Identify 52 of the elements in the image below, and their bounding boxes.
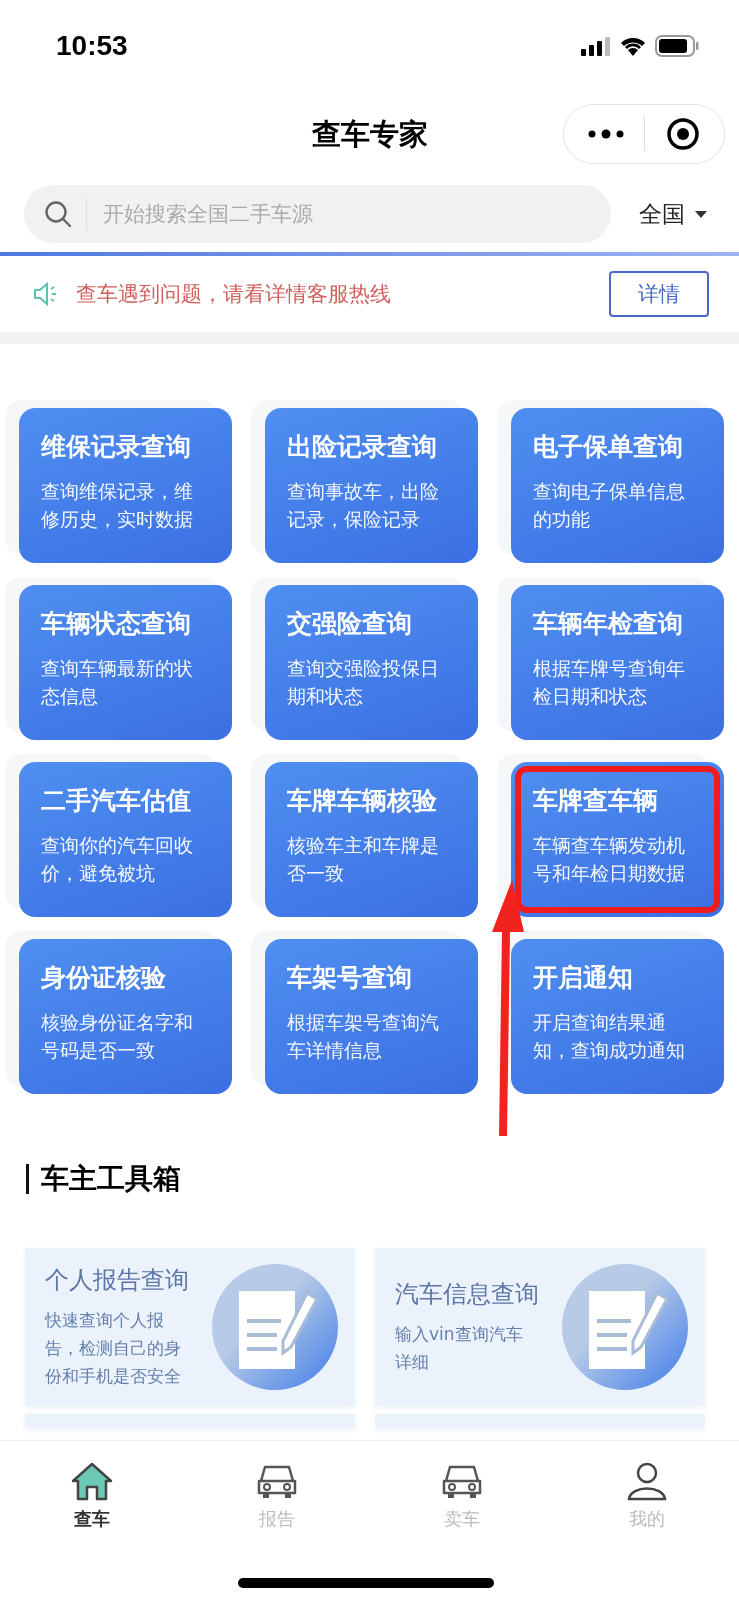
region-dropdown[interactable]: 全国 (639, 198, 707, 230)
service-description: 查询车辆最新的状态信息 (41, 656, 194, 709)
service-description: 查询电子保单信息的功能 (533, 479, 686, 532)
service-description: 核验身份证名字和号码是否一致 (41, 1010, 194, 1063)
page-title: 查车专家 (311, 116, 428, 153)
service-title: 车牌查车辆 (533, 785, 659, 817)
tab-item[interactable]: 报告 (184, 1461, 370, 1551)
service-title: 车架号查询 (287, 962, 413, 994)
close-target-icon[interactable] (665, 117, 700, 151)
status-time: 10:53 (56, 30, 128, 62)
service-title: 车牌车辆核验 (287, 785, 438, 817)
section-title: 车主工具箱 (41, 1161, 181, 1197)
service-title: 电子保单查询 (533, 431, 684, 463)
service-title: 维保记录查询 (41, 431, 192, 463)
tool-description: 快速查询个人报告，检测自己的身份和手机是否安全 (45, 1309, 182, 1388)
search-icon (44, 200, 72, 228)
battery-icon (655, 35, 699, 57)
tool-card[interactable]: 汽车信息查询 输入vin查询汽车详细 (375, 1248, 705, 1406)
tab-item[interactable]: 查车 (0, 1461, 185, 1551)
service-description: 查询事故车，出险记录，保险记录 (287, 479, 440, 532)
service-description: 根据车架号查询汽车详情信息 (287, 1010, 440, 1063)
service-title: 车辆状态查询 (41, 608, 192, 640)
service-description: 开启查询结果通知，查询成功通知 (533, 1010, 686, 1063)
tool-card[interactable]: 个人报告查询 快速查询个人报告，检测自己的身份和手机是否安全 (25, 1248, 355, 1406)
search-field[interactable]: 开始搜索全国二手车源 (24, 185, 611, 243)
caret-icon (695, 210, 707, 218)
service-title: 开启通知 (533, 962, 634, 994)
user-icon (625, 1461, 668, 1501)
document-pencil-icon (211, 1263, 339, 1391)
document-pencil-icon (561, 1263, 689, 1391)
search-input[interactable]: 开始搜索全国二手车源 (101, 201, 591, 227)
service-title: 出险记录查询 (287, 431, 438, 463)
tool-title: 汽车信息查询 (395, 1279, 540, 1310)
service-description: 查询交强险投保日期和状态 (287, 656, 440, 709)
service-title: 身份证核验 (41, 962, 167, 994)
notice-text: 查车遇到问题，请看详情客服热线 (76, 281, 392, 308)
service-description: 根据车牌号查询年检日期和状态 (533, 656, 686, 709)
service-title: 二手汽车估值 (41, 785, 192, 817)
service-description: 查询你的汽车回收价，避免被坑 (41, 833, 194, 886)
tool-title: 个人报告查询 (45, 1265, 190, 1296)
service-title: 车辆年检查询 (533, 608, 684, 640)
tool-description: 输入vin查询汽车详细 (395, 1323, 524, 1374)
service-description: 查询维保记录，维修历史，实时数据 (41, 479, 194, 532)
more-icon[interactable] (588, 129, 625, 139)
wifi-icon (619, 36, 647, 56)
tab-item[interactable]: 卖车 (369, 1461, 555, 1551)
tab-item[interactable]: 我的 (554, 1461, 739, 1551)
service-title: 交强险查询 (287, 608, 413, 640)
details-button[interactable]: 详情 (609, 271, 709, 317)
signal-icon (581, 36, 611, 56)
service-description: 核验车主和车牌是否一致 (287, 833, 440, 886)
service-description: 车辆查车辆发动机号和年检日期数据 (533, 833, 686, 886)
